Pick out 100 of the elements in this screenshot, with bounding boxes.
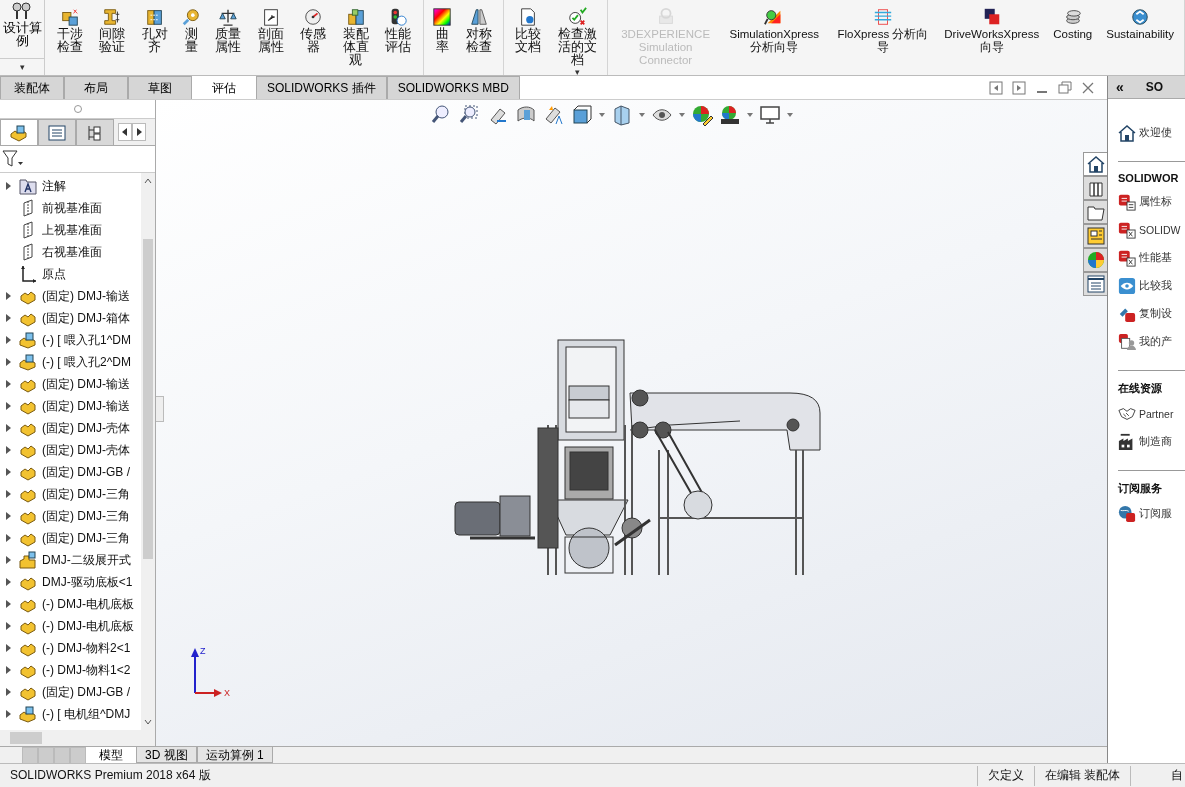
expand-arrow-icon[interactable] xyxy=(3,313,13,323)
toolbar-button[interactable]: 传感器 xyxy=(293,5,334,56)
tree-item[interactable]: (固定) DMJ-GB / xyxy=(42,463,130,481)
expand-arrow-icon[interactable] xyxy=(3,555,13,565)
toolbar-button[interactable]: SimulationXpress 分析向导 xyxy=(720,5,828,56)
tree-item[interactable]: (固定) DMJ-壳体 xyxy=(42,441,130,459)
caret-icon[interactable] xyxy=(786,113,793,117)
tab[interactable]: 3D 视图 xyxy=(136,747,197,763)
tree-item[interactable]: (固定) DMJ-箱体 xyxy=(42,309,130,327)
expand-arrow-icon[interactable] xyxy=(3,621,13,631)
tree-item[interactable]: (-) DMJ-电机底板 xyxy=(42,595,134,613)
next-pane-icon[interactable] xyxy=(1012,80,1026,95)
tab[interactable]: 草图 xyxy=(128,76,192,99)
ball-pencil-icon[interactable] xyxy=(690,104,713,126)
expand-arrow-icon[interactable] xyxy=(3,577,13,587)
toolbar-button[interactable]: 间隙验证 xyxy=(91,5,133,56)
resource-link[interactable]: 复制设 xyxy=(1139,307,1172,321)
toolbar-button[interactable]: 质量属性 xyxy=(207,5,249,56)
resource-link[interactable]: 属性标 xyxy=(1139,195,1172,209)
panel-tab[interactable] xyxy=(38,119,76,145)
tree-item[interactable]: (-) [ 电机组^DMJ xyxy=(42,705,131,723)
expand-arrow-icon[interactable] xyxy=(3,401,13,411)
tree-item[interactable]: 原点 xyxy=(42,265,66,283)
tree-item[interactable]: (固定) DMJ-三角 xyxy=(42,485,130,503)
tab[interactable]: 装配体 xyxy=(0,76,64,99)
tree-item[interactable]: 前视基准面 xyxy=(42,199,102,217)
resource-link[interactable]: 制造商 xyxy=(1139,435,1172,449)
tree-item[interactable]: (固定) DMJ-壳体 xyxy=(42,419,130,437)
expand-arrow-icon[interactable] xyxy=(3,379,13,389)
toolbar-button[interactable]: 曲率 xyxy=(427,5,457,56)
expand-arrow-icon[interactable] xyxy=(3,291,13,301)
scroll-right-button[interactable] xyxy=(132,123,146,141)
tab[interactable]: 模型 xyxy=(86,747,136,763)
tab[interactable]: 布局 xyxy=(64,76,128,99)
expand-arrow-icon[interactable] xyxy=(3,599,13,609)
tree-item[interactable]: DMJ-二级展开式 xyxy=(42,551,131,569)
tree-item[interactable]: (-) DMJ-物料1<2 xyxy=(42,661,131,679)
toolbar-button[interactable]: Sustainability xyxy=(1100,5,1180,43)
tree-item[interactable]: (固定) DMJ-GB / xyxy=(42,683,130,701)
previous-pane-icon[interactable] xyxy=(989,80,1003,95)
tree-item[interactable]: DMJ-驱动底板<1 xyxy=(42,573,133,591)
tree-item[interactable]: 右视基准面 xyxy=(42,243,102,261)
horizontal-scrollbar[interactable] xyxy=(0,730,155,746)
panel-collapse-handle[interactable] xyxy=(156,396,164,422)
resource-link[interactable]: 比较我 xyxy=(1139,279,1172,293)
expand-arrow-icon[interactable] xyxy=(3,489,13,499)
toolbar-button[interactable]: 装配体直观 xyxy=(335,5,377,69)
tree-item[interactable]: (固定) DMJ-三角 xyxy=(42,507,130,525)
design-study-button[interactable]: 设计算例 xyxy=(0,0,45,58)
task-pane-tab[interactable] xyxy=(1083,176,1107,200)
toolbar-button[interactable]: FloXpress 分析向导 xyxy=(829,5,937,56)
tree-item[interactable]: (-) [ 喂入孔1^DM xyxy=(42,331,131,349)
caret-icon[interactable] xyxy=(678,113,685,117)
resource-link[interactable]: Partner xyxy=(1139,408,1174,420)
panel-tab[interactable] xyxy=(0,119,38,145)
tree-item[interactable]: (-) [ 喂入孔2^DM xyxy=(42,353,131,371)
expand-arrow-icon[interactable] xyxy=(3,445,13,455)
vertical-scrollbar[interactable] xyxy=(141,173,155,730)
tree-item[interactable]: 注解 xyxy=(42,177,66,195)
toolbar-button[interactable]: 比较文档 xyxy=(508,5,549,56)
expand-arrow-icon[interactable] xyxy=(3,181,13,191)
resource-link[interactable]: 我的产 xyxy=(1139,335,1172,349)
tree-item[interactable]: 上视基准面 xyxy=(42,221,102,239)
close-icon[interactable] xyxy=(1081,80,1095,95)
expand-arrow-icon[interactable] xyxy=(3,533,13,543)
toolbar-button[interactable]: 干涉检查 xyxy=(49,5,90,56)
dropdown-button[interactable]: ▾ xyxy=(0,58,45,75)
resource-link[interactable]: 订阅服 xyxy=(1139,507,1172,521)
toolbar-button[interactable]: 性能评估 xyxy=(378,5,419,56)
task-pane-tab[interactable] xyxy=(1083,272,1107,296)
expand-arrow-icon[interactable] xyxy=(3,423,13,433)
toolbar-button[interactable]: 剖面属性 xyxy=(250,5,291,56)
tree-item[interactable]: (固定) DMJ-输送 xyxy=(42,375,130,393)
welcome-link[interactable]: 欢迎使 xyxy=(1139,126,1172,140)
task-pane-tab[interactable] xyxy=(1083,200,1107,224)
tab[interactable]: SOLIDWORKS 插件 xyxy=(256,76,387,99)
expand-arrow-icon[interactable] xyxy=(3,357,13,367)
panel-tab[interactable] xyxy=(76,119,114,145)
tree-item[interactable]: (固定) DMJ-输送 xyxy=(42,287,130,305)
scroll-left-button[interactable] xyxy=(118,123,132,141)
tab[interactable]: 运动算例 1 xyxy=(196,747,273,763)
toolbar-button[interactable]: 测量 xyxy=(177,5,206,56)
caret-icon[interactable] xyxy=(598,113,605,117)
expand-arrow-icon[interactable] xyxy=(3,511,13,521)
zoom-area-icon[interactable] xyxy=(458,104,481,126)
ball-checker-icon[interactable] xyxy=(718,104,741,126)
filter-icon[interactable] xyxy=(2,150,24,168)
toolbar-button[interactable]: 对称检查 xyxy=(458,5,500,56)
toolbar-button[interactable]: DriveWorksXpress 向导 xyxy=(938,5,1046,56)
expand-arrow-icon[interactable] xyxy=(3,335,13,345)
toolbar-button[interactable]: Costing xyxy=(1047,5,1099,43)
caret-icon[interactable] xyxy=(746,113,753,117)
resource-link[interactable]: 性能基 xyxy=(1139,251,1172,265)
toolbar-button[interactable]: 孔对齐 xyxy=(134,5,175,56)
expand-arrow-icon[interactable] xyxy=(3,709,13,719)
tab[interactable]: SOLIDWORKS MBD xyxy=(386,76,521,99)
collapse-button[interactable]: « xyxy=(1116,79,1124,95)
monitor-icon[interactable] xyxy=(758,104,781,126)
caret-icon[interactable] xyxy=(638,113,645,117)
expand-arrow-icon[interactable] xyxy=(3,643,13,653)
